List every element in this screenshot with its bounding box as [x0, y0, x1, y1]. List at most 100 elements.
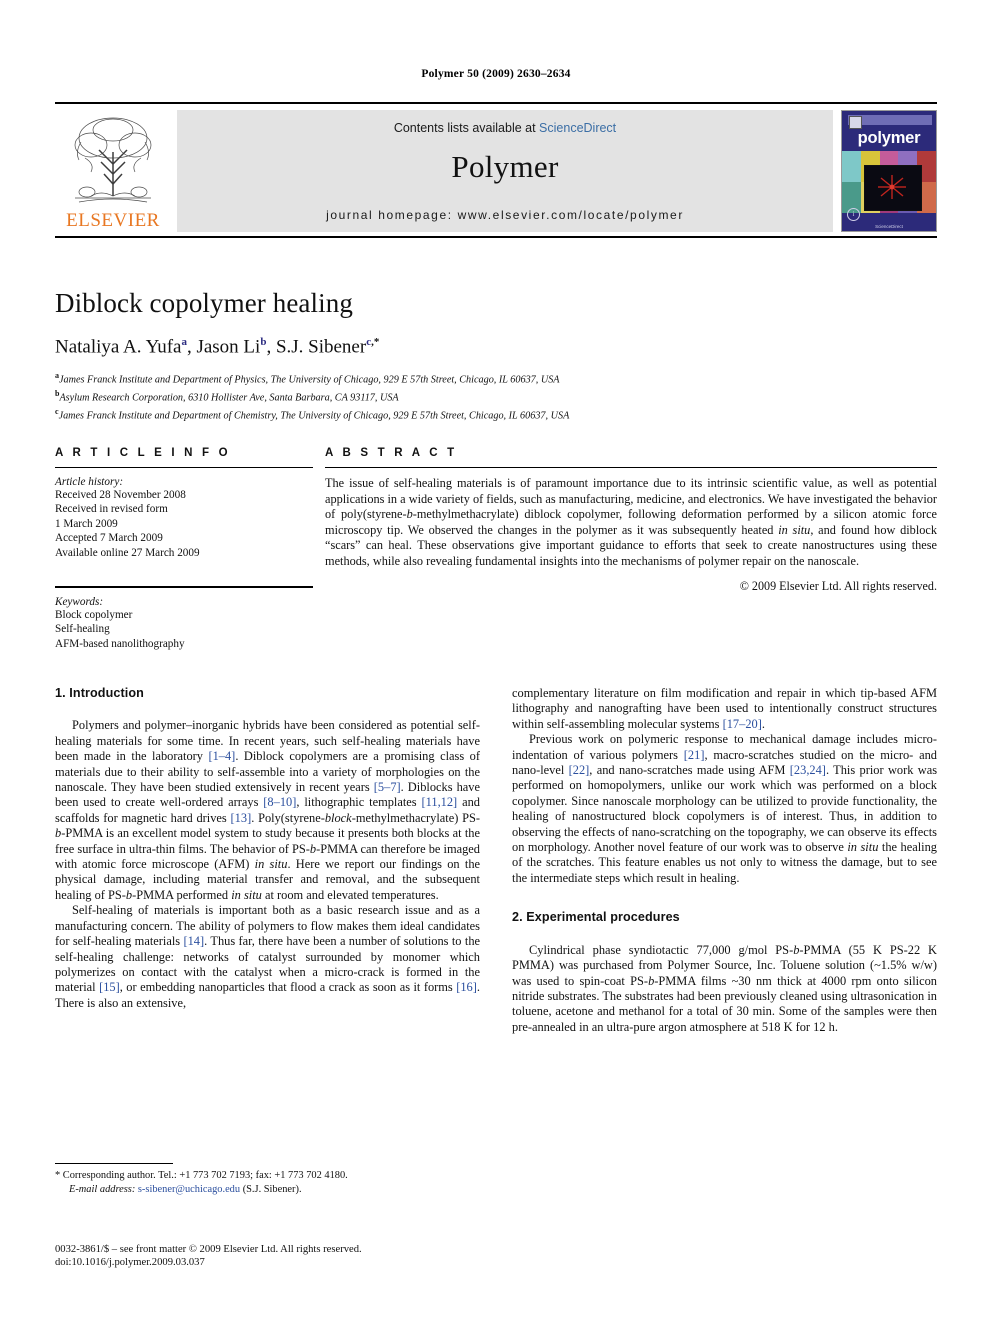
paragraph: Previous work on polymeric response to m…: [512, 732, 937, 886]
cover-star-icon: [878, 175, 906, 199]
corresponding-author-marker: ,*: [371, 336, 380, 348]
abstract-italic: in situ: [778, 522, 811, 537]
doi-line[interactable]: doi:10.1016/j.polymer.2009.03.037: [55, 1256, 525, 1269]
elsevier-logo: ELSEVIER: [55, 110, 171, 232]
contents-available-line: Contents lists available at ScienceDirec…: [177, 110, 833, 135]
page-footer: 0032-3861/$ – see front matter © 2009 El…: [55, 1243, 525, 1270]
cover-logo-icon: [849, 116, 862, 129]
paragraph: Self-healing of materials is important b…: [55, 903, 480, 1011]
title-block: Diblock copolymer healing Nataliya A. Yu…: [55, 288, 937, 422]
text-seg: Cylindrical phase syndiotactic 77,000 g/…: [529, 942, 794, 957]
text-seg: , lithographic templates: [296, 795, 422, 810]
sciencedirect-link[interactable]: ScienceDirect: [539, 121, 616, 135]
journal-homepage-line[interactable]: journal homepage: www.elsevier.com/locat…: [177, 208, 833, 222]
text-seg: . Poly(styrene-: [251, 810, 325, 825]
author-affil-marker: c,*: [366, 336, 380, 348]
author-name: Nataliya A. Yufa: [55, 336, 182, 358]
cover-photo: [864, 165, 922, 211]
citation-ref[interactable]: [23,24]: [790, 763, 826, 777]
email-link[interactable]: s-sibener@uchicago.edu: [138, 1184, 240, 1195]
text-italic: block: [324, 810, 352, 825]
citation-ref[interactable]: [5–7]: [374, 780, 401, 794]
citation-ref[interactable]: [1–4]: [208, 749, 235, 763]
footnote-email-line: E-mail address: s-sibener@uchicago.edu (…: [55, 1183, 480, 1197]
affiliation-text: James Franck Institute and Department of…: [58, 409, 570, 421]
paper-page: Polymer 50 (2009) 2630–2634 ELSEVIER Con…: [0, 0, 992, 1323]
issn-copyright-line: 0032-3861/$ – see front matter © 2009 El…: [55, 1244, 362, 1255]
section-heading-experimental: 2. Experimental procedures: [512, 910, 680, 925]
email-label: E-mail address:: [69, 1183, 136, 1195]
journal-cover-thumbnail: polymer i ScienceDirect: [841, 110, 937, 232]
paragraph: Polymers and polymer–inorganic hybrids h…: [55, 718, 480, 903]
author-name: Jason Li: [196, 336, 261, 358]
abstract-text: The issue of self-healing materials is o…: [325, 476, 937, 570]
citation-ref[interactable]: [22]: [569, 763, 590, 777]
citation-ref[interactable]: [16]: [456, 980, 477, 994]
text-seg: -methylmethacrylate) PS-: [351, 810, 481, 825]
cover-caption: ScienceDirect: [875, 224, 903, 229]
affiliation-item: bAsylum Research Corporation, 6310 Holli…: [55, 387, 937, 405]
page-title: Diblock copolymer healing: [55, 288, 353, 318]
journal-masthead: ELSEVIER Contents lists available at Sci…: [55, 102, 937, 238]
journal-title: Polymer: [451, 149, 559, 184]
affiliation-text: Asylum Research Corporation, 6310 Hollis…: [59, 392, 399, 404]
citation-ref[interactable]: [15]: [99, 980, 120, 994]
text-italic: in situ: [231, 887, 262, 902]
citation-ref[interactable]: [8–10]: [263, 795, 296, 809]
abstract-rule: [325, 467, 937, 468]
abstract-heading: A B S T R A C T: [325, 447, 458, 459]
article-history-item: 1 March 2009: [55, 517, 118, 530]
abstract-block: A B S T R A C T The issue of self-healin…: [325, 447, 937, 594]
affiliation-item: aJames Franck Institute and Department o…: [55, 369, 937, 387]
author-separator: ,: [266, 336, 276, 358]
cover-badge-icon: i: [847, 208, 860, 221]
keywords-label: Keywords:: [55, 596, 104, 609]
citation-ref[interactable]: [17–20]: [723, 717, 762, 731]
citation-ref[interactable]: [13]: [231, 811, 252, 825]
author-name: S.J. Sibener: [275, 336, 367, 358]
footnote-line: * Corresponding author. Tel.: +1 773 702…: [55, 1169, 480, 1183]
keyword-item: Self-healing: [55, 623, 110, 636]
citation-ref[interactable]: [11,12]: [422, 795, 458, 809]
affiliation-list: aJames Franck Institute and Department o…: [55, 369, 937, 422]
footnote-rule: [55, 1163, 173, 1164]
keyword-item: Block copolymer: [55, 609, 133, 622]
text-italic: in situ: [254, 857, 288, 872]
masthead-bottom-rule: [55, 236, 937, 238]
text-seg: -PMMA performed: [132, 887, 232, 902]
masthead-center-panel: Contents lists available at ScienceDirec…: [177, 110, 833, 232]
article-info-spacer: [55, 560, 313, 578]
cover-journal-title: polymer: [857, 129, 921, 147]
article-info-heading: A R T I C L E I N F O: [55, 447, 231, 459]
text-italic: in situ: [847, 840, 879, 855]
text-seg: at room and elevated temperatures.: [261, 887, 439, 902]
abstract-copyright: © 2009 Elsevier Ltd. All rights reserved…: [739, 578, 937, 593]
elsevier-tree-icon: [61, 112, 165, 210]
section-heading-introduction: 1. Introduction: [55, 686, 144, 700]
text-seg: , or embedding nanoparticles that flood …: [119, 980, 457, 995]
article-history-item: Accepted 7 March 2009: [55, 532, 163, 545]
elsevier-wordmark: ELSEVIER: [66, 210, 160, 231]
affiliation-item: cJames Franck Institute and Department o…: [55, 405, 937, 423]
body-column-left: 1. Introduction Polymers and polymer–ino…: [55, 686, 480, 1011]
contents-prefix: Contents lists available at: [393, 121, 540, 135]
citation-ref[interactable]: [21]: [684, 748, 705, 762]
running-head: Polymer 50 (2009) 2630–2634: [421, 68, 571, 80]
masthead-top-rule: [55, 102, 937, 104]
article-info-rule: [55, 467, 313, 468]
affiliation-text: James Franck Institute and Department of…: [59, 374, 560, 386]
keyword-item: AFM-based nanolithography: [55, 637, 185, 650]
article-history-item: Received in revised form: [55, 503, 168, 516]
email-owner: (S.J. Sibener).: [242, 1183, 302, 1195]
text-seg: .: [761, 716, 765, 731]
article-history-label: Article history:: [55, 476, 124, 488]
article-history-item: Received 28 November 2008: [55, 489, 186, 501]
author-list: Nataliya A. Yufaa, Jason Lib, S.J. Siben…: [55, 336, 937, 358]
article-info-block: A R T I C L E I N F O Article history: R…: [55, 447, 313, 651]
corresponding-author-footnote: * Corresponding author. Tel.: +1 773 702…: [55, 1163, 480, 1196]
keywords-rule: [55, 586, 313, 589]
paragraph: complementary literature on film modific…: [512, 686, 937, 732]
article-history-item: Available online 27 March 2009: [55, 546, 200, 559]
citation-ref[interactable]: [14]: [183, 934, 204, 948]
body-column-right: complementary literature on film modific…: [512, 686, 937, 1035]
